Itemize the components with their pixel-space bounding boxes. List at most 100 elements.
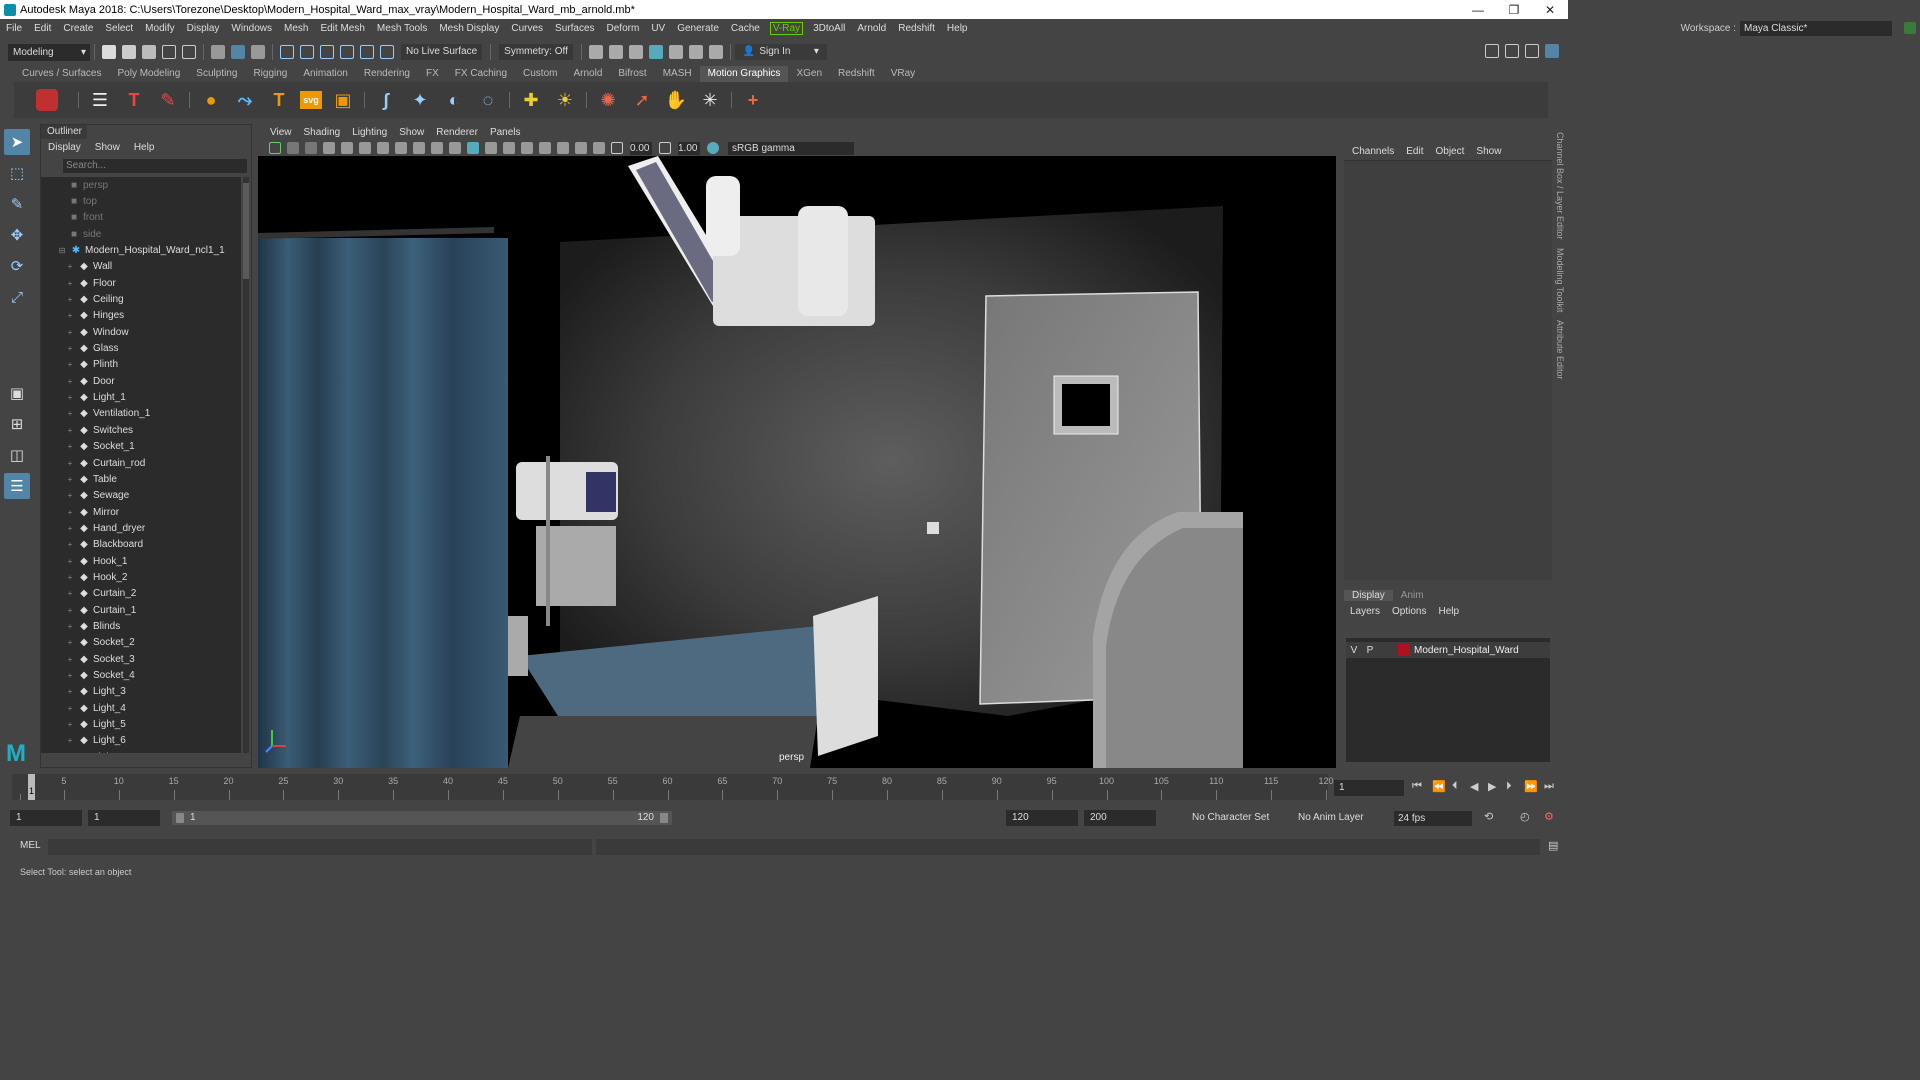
shelf-tab-redshift[interactable]: Redshift (830, 66, 883, 82)
select-component-icon[interactable] (251, 45, 265, 59)
outliner-item[interactable]: + ◆ Socket_3 (41, 651, 241, 667)
expand-icon[interactable]: + (65, 606, 75, 615)
bend-icon[interactable]: ∫ (373, 87, 399, 113)
outliner-menu-display[interactable]: Display (41, 142, 88, 153)
minimize-button[interactable]: — (1460, 0, 1496, 19)
viewport-menu-view[interactable]: View (264, 127, 298, 138)
outliner-search-input[interactable]: Search... (63, 159, 247, 173)
playback-start-field[interactable]: 1 (88, 810, 160, 826)
expand-icon[interactable]: + (65, 360, 75, 369)
outliner-item[interactable]: + ◆ Blinds (41, 618, 241, 634)
outliner-item[interactable]: + ◆ Plinth (41, 357, 241, 373)
side-tab-channel-box[interactable]: Channel Box / Layer Editor (1555, 132, 1565, 240)
range-end-handle[interactable] (660, 813, 668, 823)
workspace-dropdown[interactable]: Maya Classic* (1740, 20, 1892, 36)
viewport-menu-shading[interactable]: Shading (298, 127, 347, 138)
menu-uv[interactable]: UV (645, 23, 671, 34)
menu-modify[interactable]: Modify (139, 23, 180, 34)
menu-edit-mesh[interactable]: Edit Mesh (314, 23, 370, 34)
shelf-tab-animation[interactable]: Animation (295, 66, 355, 82)
wireframe-icon[interactable] (449, 142, 461, 154)
viewport-menu-lighting[interactable]: Lighting (346, 127, 393, 138)
four-view-icon[interactable]: ⊞ (4, 411, 30, 437)
outliner-item[interactable]: + ◆ Socket_2 (41, 635, 241, 651)
menu-display[interactable]: Display (181, 23, 226, 34)
menu-deform[interactable]: Deform (601, 23, 646, 34)
expand-icon[interactable]: + (65, 736, 75, 745)
outliner-item[interactable]: + ◆ Hook_1 (41, 553, 241, 569)
vray-render-icon[interactable] (688, 45, 703, 59)
pause-icon[interactable] (708, 45, 723, 59)
outliner-item[interactable]: + ◆ Socket_4 (41, 667, 241, 683)
layer-row[interactable]: V P Modern_Hospital_Ward (1346, 642, 1550, 658)
hypershade-icon[interactable] (668, 45, 683, 59)
menu-vray[interactable]: V-Ray (769, 21, 804, 35)
svg-icon[interactable]: svg (300, 91, 322, 109)
expand-icon[interactable]: + (65, 687, 75, 696)
exposure-field[interactable]: 0.00 (630, 141, 652, 155)
render-sequence-icon[interactable] (608, 45, 623, 59)
scale-tool-icon[interactable]: ⤢ (4, 284, 30, 310)
scrollbar-thumb[interactable] (243, 183, 249, 279)
rotate-tool-icon[interactable]: ⟳ (4, 253, 30, 279)
render-settings-icon[interactable] (648, 45, 663, 59)
film-gate-icon[interactable] (359, 142, 371, 154)
live-surface-field[interactable]: No Live Surface (401, 44, 483, 60)
expand-icon[interactable]: + (65, 491, 75, 500)
twist-icon[interactable]: ✦ (407, 87, 433, 113)
select-object-icon[interactable] (231, 45, 245, 59)
sphere-icon[interactable]: ● (198, 87, 224, 113)
close-button[interactable]: ✕ (1532, 0, 1568, 19)
expand-icon[interactable]: + (65, 262, 75, 271)
outliner-item[interactable]: + ◆ Table (41, 471, 241, 487)
shelf-tab-fx-caching[interactable]: FX Caching (447, 66, 515, 82)
script-editor-icon[interactable]: ▤ (1548, 839, 1558, 852)
lasso-tool-icon[interactable]: ⬚ (4, 160, 30, 186)
menu-arnold[interactable]: Arnold (851, 23, 892, 34)
menu-select[interactable]: Select (99, 23, 139, 34)
outliner-layout-icon[interactable]: ☰ (4, 473, 30, 499)
play-backward-icon[interactable]: ◀ (1470, 780, 1478, 793)
undo-icon[interactable] (162, 45, 176, 59)
text-tool-icon[interactable]: T (121, 87, 147, 113)
expand-icon[interactable]: + (65, 295, 75, 304)
new-scene-icon[interactable] (102, 45, 116, 59)
go-to-end-icon[interactable]: ⏭ (1544, 780, 1554, 793)
outliner-item[interactable]: + ◆ Hook_2 (41, 569, 241, 585)
auto-key-icon[interactable]: ◴ (1520, 810, 1530, 823)
shelf-tab-bifrost[interactable]: Bifrost (610, 66, 654, 82)
arrow-icon[interactable]: ➚ (629, 87, 655, 113)
textured-icon[interactable] (485, 142, 497, 154)
spiral-icon[interactable]: ◌ (475, 87, 501, 113)
expand-icon[interactable]: + (65, 344, 75, 353)
snap-live-icon[interactable] (380, 45, 394, 59)
lock-icon[interactable] (1904, 22, 1916, 34)
loop-icon[interactable]: ⟲ (1484, 810, 1493, 823)
expand-icon[interactable]: + (65, 704, 75, 713)
hud-icon[interactable] (575, 142, 587, 154)
outliner-item[interactable]: + ◆ Light_4 (41, 700, 241, 716)
shelf-tab-custom[interactable]: Custom (515, 66, 565, 82)
gate-mask-icon[interactable] (395, 142, 407, 154)
menu-mesh[interactable]: Mesh (278, 23, 314, 34)
save-scene-icon[interactable] (142, 45, 156, 59)
end-frame-field[interactable]: 200 (1084, 810, 1156, 826)
outliner-item[interactable]: + ◆ Light_3 (41, 684, 241, 700)
paint-select-icon[interactable]: ✎ (4, 191, 30, 217)
expand-icon[interactable]: + (65, 328, 75, 337)
outliner-camera-row[interactable]: ■ front (41, 210, 241, 226)
menu-edit[interactable]: Edit (28, 23, 57, 34)
expand-icon[interactable]: + (65, 311, 75, 320)
grid-icon[interactable] (341, 142, 353, 154)
layer-visibility-toggle[interactable]: V (1346, 645, 1362, 656)
outliner-item[interactable]: + ◆ Ventilation_1 (41, 406, 241, 422)
side-tab-attribute-editor[interactable]: Attribute Editor (1555, 320, 1565, 380)
outliner-group-row[interactable]: ⊟ ✱ Modern_Hospital_Ward_ncl1_1 (41, 242, 241, 258)
layers-menu[interactable]: Layers (1344, 606, 1386, 617)
channels-edit-menu[interactable]: Edit (1400, 146, 1429, 157)
expand-icon[interactable]: + (65, 720, 75, 729)
expand-icon[interactable]: + (65, 557, 75, 566)
shelf-tab-fx[interactable]: FX (418, 66, 447, 82)
character-set-dropdown[interactable]: No Character Set (1192, 810, 1269, 826)
type-icon[interactable]: T (266, 87, 292, 113)
